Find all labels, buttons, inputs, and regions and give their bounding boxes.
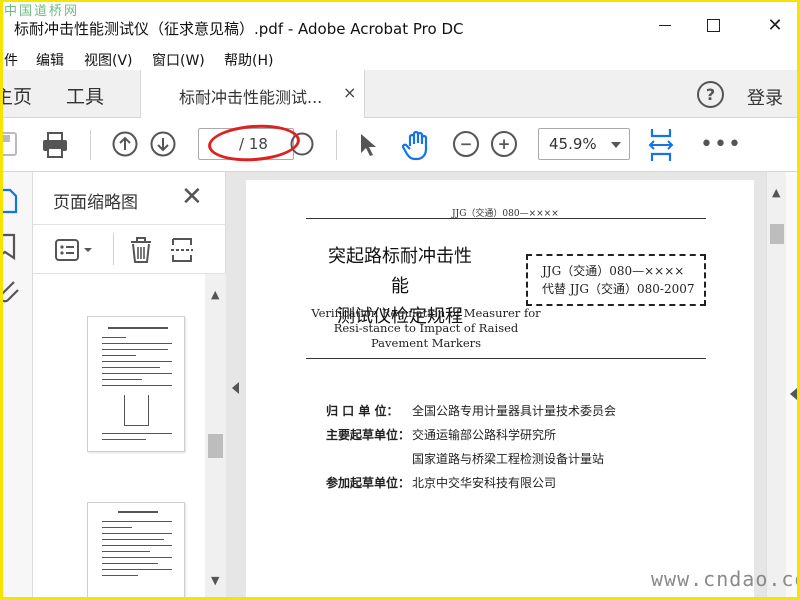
scrollbar-thumb[interactable] (770, 224, 784, 244)
thumbnail-options-icon[interactable] (53, 237, 95, 263)
chevron-down-icon (611, 142, 621, 148)
insert-page-icon[interactable] (169, 235, 199, 265)
tab-tools[interactable]: 工具 (66, 82, 104, 109)
attachment-icon[interactable] (0, 276, 20, 304)
close-tab-icon[interactable]: × (343, 83, 356, 102)
thumbnail-page-10[interactable] (87, 316, 185, 452)
info-label: 归 口 单 位： (326, 404, 399, 418)
next-page-icon[interactable] (150, 131, 176, 157)
document-tab-label: 标耐冲击性能测试... (179, 88, 323, 107)
document-scrollbar[interactable]: ▲ (766, 172, 786, 600)
info-label: 参加起草单位： (326, 476, 411, 490)
more-icon[interactable]: ••• (700, 134, 742, 156)
zoom-in-icon[interactable]: + (491, 131, 517, 157)
help-icon[interactable]: ? (697, 81, 724, 108)
bookmark-icon[interactable] (0, 232, 20, 261)
menu-view[interactable]: 视图(V) (84, 50, 133, 70)
hand-icon[interactable] (400, 128, 434, 162)
info-row-main-drafter-2: 国家道路与桥梁工程检测设备计量站 (246, 450, 754, 468)
menu-bar: 件 编辑 视图(V) 窗口(W) 帮助(H) (0, 44, 800, 70)
zoom-dropdown[interactable]: 45.9% (538, 128, 630, 160)
english-title: Verification Regulation of Measurer for … (311, 306, 541, 350)
tab-home[interactable]: 主页 (0, 82, 32, 109)
toolbar: / 18 − + 45.9% ••• (0, 118, 800, 172)
watermark-bottom: www.cndao.com (651, 567, 800, 591)
scroll-up-icon[interactable]: ▲ (211, 288, 219, 301)
zoom-out-icon[interactable]: − (453, 131, 479, 157)
divider (306, 358, 706, 359)
frame-border (0, 0, 800, 2)
info-row-responsible: 归 口 单 位： 全国公路专用计量器具计量技术委员会 (246, 402, 754, 420)
maximize-button[interactable] (698, 12, 728, 38)
divider (306, 218, 706, 219)
thumbnail-panel: 页面缩略图 ✕ 10 (33, 172, 226, 600)
login-button[interactable]: 登录 (747, 84, 783, 110)
standard-code: JJG（交通）080—×××× (542, 264, 685, 278)
zoom-value: 45.9% (549, 135, 597, 153)
fit-page-icon[interactable] (646, 126, 676, 164)
thumbnail-panel-title: 页面缩略图 (53, 193, 138, 213)
replaces-standard: 代替 JJG（交通）080-2007 (542, 282, 695, 296)
scroll-up-icon[interactable]: ▲ (772, 186, 780, 199)
menu-file[interactable]: 件 (4, 50, 18, 70)
window-title: 标耐冲击性能测试仪（征求意见稿）.pdf - Adobe Acrobat Pro… (14, 20, 464, 38)
title-bar: 中国道桥网 标耐冲击性能测试仪（征求意见稿）.pdf - Adobe Acrob… (0, 0, 800, 50)
title-line-1: 突起路标耐冲击性能 (328, 246, 472, 297)
menu-help[interactable]: 帮助(H) (224, 50, 273, 70)
document-viewer: JJG（交通）080—×××× 突起路标耐冲击性能 测试仪检定规程 JJG（交通… (226, 172, 766, 600)
page-thumbnails-icon[interactable] (0, 186, 20, 214)
info-row-participant: 参加起草单位： 北京中交华安科技有限公司 (246, 474, 754, 492)
info-label: 主要起草单位： (326, 428, 411, 442)
thumbnail-page-11[interactable] (87, 502, 185, 600)
menu-edit[interactable]: 编辑 (36, 50, 64, 70)
left-nav-strip (0, 172, 33, 600)
print-icon[interactable] (40, 130, 70, 160)
info-value: 全国公路专用计量器具计量技术委员会 (412, 404, 617, 418)
minimize-button[interactable] (650, 12, 680, 38)
info-row-main-drafter: 主要起草单位： 交通运输部公路科学研究所 (246, 426, 754, 444)
scrollbar-thumb[interactable] (208, 434, 223, 458)
delete-icon[interactable] (127, 235, 155, 265)
tab-row: 主页 工具 标耐冲击性能测试... × ? 登录 (0, 70, 800, 118)
scroll-down-icon[interactable]: ▼ (211, 574, 219, 587)
standard-code-box: JJG（交通）080—×××× 代替 JJG（交通）080-2007 (526, 254, 706, 306)
expand-right-panel-icon[interactable] (790, 388, 797, 400)
info-value: 北京中交华安科技有限公司 (412, 476, 557, 490)
watermark-top: 中国道桥网 (4, 4, 80, 19)
thumbnail-scrollbar[interactable]: ▲ ▼ (205, 274, 226, 600)
prev-page-icon[interactable] (112, 131, 138, 157)
frame-border (0, 0, 3, 600)
close-panel-icon[interactable]: ✕ (181, 182, 203, 212)
info-value: 交通运输部公路科学研究所 (412, 428, 557, 442)
toolbar-separator (113, 233, 114, 265)
collapse-panel-icon[interactable] (232, 382, 239, 394)
thumbnail-list: 10 (33, 274, 205, 600)
toolbar-separator (90, 130, 91, 160)
pdf-page: JJG（交通）080—×××× 突起路标耐冲击性能 测试仪检定规程 JJG（交通… (246, 180, 754, 600)
select-cursor-icon[interactable] (356, 131, 380, 159)
tab-document[interactable]: 标耐冲击性能测试... × (140, 70, 365, 118)
toolbar-separator (336, 130, 337, 160)
close-window-button[interactable]: ✕ (760, 12, 790, 38)
menu-window[interactable]: 窗口(W) (152, 50, 205, 70)
thumbnail-toolbar (33, 224, 226, 274)
info-value: 国家道路与桥梁工程检测设备计量站 (412, 452, 605, 466)
